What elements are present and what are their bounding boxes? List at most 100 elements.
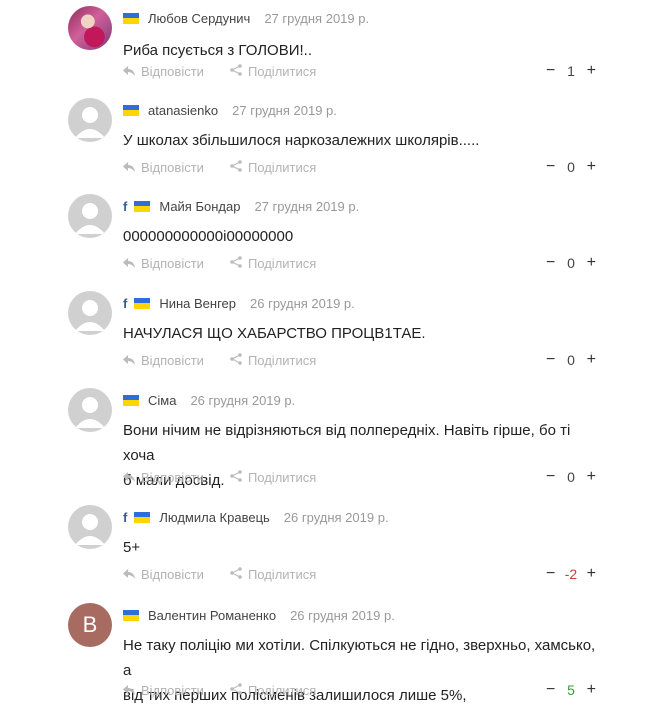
comment-text-line: У школах збільшилося наркозалежних школя… — [123, 132, 480, 149]
reply-button[interactable]: Відповісти — [123, 353, 204, 368]
comment-meta: Сіма 26 грудня 2019 р. — [123, 392, 295, 408]
comment-item: Любов Сердунич 27 грудня 2019 р. Риба псує… — [0, 6, 665, 96]
comment-date: 27 грудня 2019 р. — [232, 102, 337, 118]
reply-button[interactable]: Відповісти — [123, 160, 204, 175]
upvote-button[interactable]: + — [587, 468, 596, 486]
share-button[interactable]: Поділитися — [230, 64, 316, 79]
share-button[interactable]: Поділитися — [230, 683, 316, 698]
avatar[interactable] — [68, 98, 112, 142]
share-label: Поділитися — [247, 256, 317, 271]
vote-controls: −0 + — [546, 351, 596, 369]
share-icon — [230, 567, 248, 582]
comment-meta: atanasienko 27 грудня 2019 р. — [123, 102, 337, 118]
comment-meta: f Майя Бондар 27 грудня 2019 р. — [123, 198, 359, 214]
reply-button[interactable]: Відповісти — [123, 567, 204, 582]
comment-text: 000000000000і00000000 — [123, 224, 603, 249]
reply-label: Відповісти — [141, 256, 204, 271]
reply-icon — [123, 353, 141, 368]
share-label: Поділитися — [247, 160, 317, 175]
share-button[interactable]: Поділитися — [230, 567, 316, 582]
upvote-button[interactable]: + — [587, 254, 596, 272]
downvote-button[interactable]: − — [546, 254, 555, 272]
share-label: Поділитися — [247, 567, 317, 582]
ukraine-flag-icon — [134, 511, 151, 523]
reply-icon — [123, 160, 141, 175]
comment-text: У школах збільшилося наркозалежних школя… — [123, 128, 603, 153]
comment-item: f Майя Бондар 27 грудня 2019 р. 00000000000… — [0, 194, 665, 284]
share-icon — [230, 470, 248, 485]
vote-controls: −0 + — [546, 158, 596, 176]
upvote-button[interactable]: + — [587, 351, 596, 369]
comment-item: atanasienko 27 грудня 2019 р. У школах збі… — [0, 98, 665, 188]
comment-date: 27 грудня 2019 р. — [254, 198, 360, 214]
comment-actions: Відповісти Поділитися — [123, 683, 342, 698]
reply-button[interactable]: Відповісти — [123, 64, 204, 79]
comment-actions: Відповісти Поділитися — [123, 256, 342, 271]
comment-meta: f Нина Венгер 26 грудня 2019 р. — [123, 295, 355, 311]
comment-date: 27 грудня 2019 р. — [264, 10, 370, 26]
reply-label: Відповісти — [141, 353, 204, 368]
avatar[interactable] — [68, 388, 112, 432]
comment-item: f Людмила Кравець 26 грудня 2019 р. 5+ Відпо… — [0, 505, 665, 595]
share-icon — [230, 160, 248, 175]
comment-author[interactable]: Майя Бондар — [159, 199, 240, 214]
comment-author[interactable]: Людмила Кравець — [159, 510, 269, 525]
upvote-button[interactable]: + — [587, 565, 596, 583]
facebook-icon: f — [123, 295, 128, 311]
comment-text-line: Не таку поліцію ми хотіли. Спілкуються н… — [123, 637, 596, 679]
comment-author[interactable]: Сіма — [148, 393, 176, 408]
share-icon — [230, 256, 248, 271]
avatar[interactable] — [68, 6, 112, 50]
upvote-button[interactable]: + — [587, 681, 596, 699]
ukraine-flag-icon — [123, 12, 139, 24]
downvote-button[interactable]: − — [546, 158, 555, 176]
reply-button[interactable]: Відповісти — [123, 683, 204, 698]
comment-actions: Відповісти Поділитися — [123, 353, 342, 368]
share-button[interactable]: Поділитися — [230, 160, 316, 175]
downvote-button[interactable]: − — [546, 468, 555, 486]
comment-item: В Валентин Романенко 26 грудня 2019 р. Не т… — [0, 603, 665, 704]
share-button[interactable]: Поділитися — [230, 353, 316, 368]
reply-button[interactable]: Відповісти — [123, 470, 204, 485]
comment-author[interactable]: Любов Сердунич — [148, 11, 250, 26]
share-button[interactable]: Поділитися — [230, 256, 316, 271]
comment-item: f Нина Венгер 26 грудня 2019 р. НАЧУЛАСЯ ЩО… — [0, 291, 665, 381]
downvote-button[interactable]: − — [546, 62, 555, 80]
avatar[interactable] — [68, 194, 112, 238]
downvote-button[interactable]: − — [546, 565, 555, 583]
comment-actions: Відповісти Поділитися — [123, 567, 342, 582]
comment-text-line: 5+ — [123, 539, 141, 556]
share-icon — [230, 64, 248, 79]
vote-count: -2 — [564, 566, 578, 582]
comment-text-line: 000000000000і00000000 — [123, 228, 294, 245]
comment-actions: Відповісти Поділитися — [123, 160, 342, 175]
upvote-button[interactable]: + — [587, 158, 596, 176]
vote-controls: −5 + — [546, 681, 596, 699]
reply-button[interactable]: Відповісти — [123, 256, 204, 271]
vote-controls: −1 + — [546, 62, 596, 80]
reply-icon — [123, 64, 141, 79]
avatar[interactable] — [68, 505, 112, 549]
comment-date: 26 грудня 2019 р. — [283, 509, 389, 525]
upvote-button[interactable]: + — [587, 62, 596, 80]
vote-controls: − -2 + — [546, 565, 596, 583]
share-icon — [230, 683, 248, 698]
comment-date: 26 грудня 2019 р. — [290, 607, 395, 623]
comment-author[interactable]: Валентин Романенко — [148, 608, 276, 623]
reply-icon — [123, 567, 141, 582]
comment-author[interactable]: atanasienko — [148, 103, 218, 118]
vote-controls: −0 + — [546, 254, 596, 272]
downvote-button[interactable]: − — [546, 351, 555, 369]
downvote-button[interactable]: − — [546, 681, 555, 699]
avatar[interactable] — [68, 291, 112, 335]
comment-text-line: Вони нічим не відрізняються від полперед… — [123, 422, 571, 464]
reply-label: Відповісти — [141, 160, 204, 175]
vote-count: 5 — [567, 682, 575, 698]
vote-count: 0 — [567, 352, 575, 368]
comment-author[interactable]: Нина Венгер — [159, 296, 236, 311]
vote-count: 0 — [567, 255, 575, 271]
share-button[interactable]: Поділитися — [230, 470, 316, 485]
comment-text: Риба псується з ГОЛОВИ!.. — [123, 38, 603, 63]
avatar[interactable]: В — [68, 603, 112, 647]
ukraine-flag-icon — [134, 200, 151, 212]
